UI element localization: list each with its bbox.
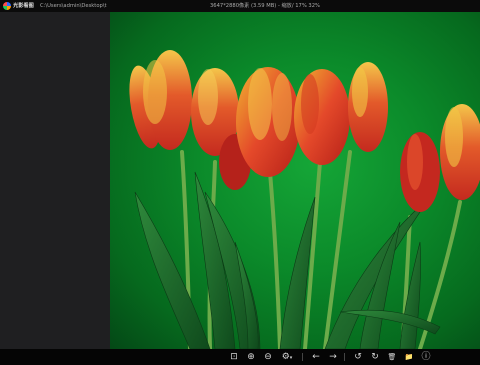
next-icon[interactable]: → <box>327 351 339 363</box>
info-icon[interactable]: ⓘ <box>420 351 432 363</box>
folder-icon[interactable]: 📁 <box>403 351 415 363</box>
toolbar-divider <box>302 353 303 361</box>
toolbar-divider <box>344 353 345 361</box>
tulip-photo <box>129 50 480 349</box>
title-bar: 光影看图 C:\Users\admin\Desktop\t 3647*2880像… <box>0 0 480 12</box>
rotate-left-icon[interactable]: ↺ <box>352 351 364 363</box>
app-name: 光影看图 <box>13 3 34 9</box>
fit-view-icon[interactable]: ⊡ <box>228 351 240 363</box>
side-panel <box>0 12 110 349</box>
file-path: C:\Users\admin\Desktop\t <box>40 3 107 9</box>
app-logo-icon <box>3 2 11 10</box>
more-glyph: ⚙ <box>281 352 290 362</box>
more-icon[interactable]: ⚙▾ <box>279 351 295 363</box>
image-info: 3647*2880像素 (3.59 MB) - 缩放/ 17% 32% <box>210 3 320 9</box>
delete-icon[interactable]: 🗑 <box>386 351 398 363</box>
bottom-toolbar: ⊡ ⊕ ⊖ ⚙▾ ← → ↺ ↻ 🗑 📁 ⓘ <box>0 349 480 365</box>
zoom-out-icon[interactable]: ⊖ <box>262 351 274 363</box>
image-viewer[interactable] <box>110 12 480 349</box>
chevron-down-icon: ▾ <box>289 355 293 361</box>
zoom-in-icon[interactable]: ⊕ <box>245 351 257 363</box>
previous-icon[interactable]: ← <box>310 351 322 363</box>
rotate-right-icon[interactable]: ↻ <box>369 351 381 363</box>
